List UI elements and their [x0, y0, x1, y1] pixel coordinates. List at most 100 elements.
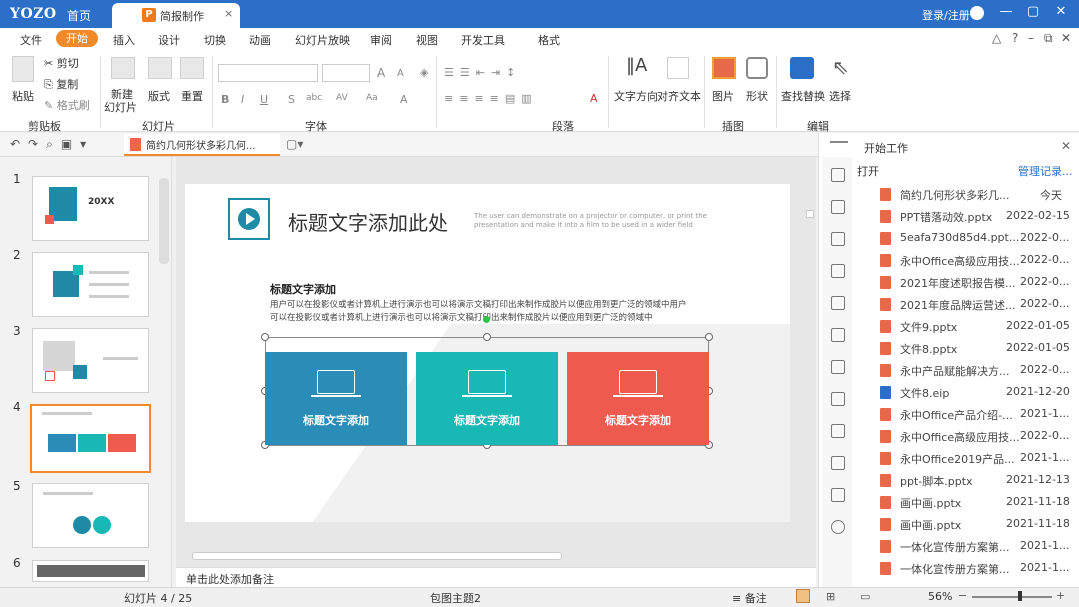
tools-icon[interactable]: [831, 232, 845, 246]
change-case-button[interactable]: Aa: [366, 93, 378, 103]
content-box-1[interactable]: 标题文字添加: [265, 352, 407, 445]
layout-icon[interactable]: [148, 57, 172, 79]
recent-file-row[interactable]: 5eafa730d85d4.ppt... 2022-0...: [878, 228, 1069, 250]
menu-home[interactable]: 开始: [56, 30, 98, 47]
resize-handle[interactable]: [483, 333, 491, 341]
move-icon[interactable]: [831, 296, 845, 310]
slide-thumbnail-5[interactable]: [32, 483, 149, 548]
home-tab[interactable]: 首页: [67, 7, 91, 24]
char-spacing-button[interactable]: AV: [336, 93, 348, 103]
recent-file-row[interactable]: 永中Office高级应用技... 2022-0...: [878, 250, 1069, 272]
recent-file-row[interactable]: 永中Office2019产品... 2021-1...: [878, 448, 1069, 470]
login-link[interactable]: 登录/注册: [922, 7, 970, 23]
paste-icon[interactable]: [12, 56, 34, 82]
menu-insert[interactable]: 插入: [113, 32, 135, 48]
close-window-icon[interactable]: ✕: [1050, 4, 1072, 19]
slide-thumbnail-3[interactable]: [32, 328, 149, 393]
grow-font-icon[interactable]: A: [377, 66, 385, 80]
italic-button[interactable]: I: [241, 93, 244, 106]
recent-file-row[interactable]: 永中Office高级应用技... 2022-0...: [878, 426, 1069, 448]
slide-thumbnail-6[interactable]: [32, 560, 149, 582]
menu-transition[interactable]: 切换: [204, 32, 226, 48]
reading-view-icon[interactable]: ▭: [860, 590, 870, 603]
shape-icon[interactable]: [746, 57, 768, 79]
recent-file-row[interactable]: 文件9.pptx 2022-01-05: [878, 316, 1070, 338]
slide-thumbnail-1[interactable]: 20XX: [32, 176, 149, 241]
format-brush-button[interactable]: ✎ 格式刷: [44, 97, 90, 113]
recent-file-row[interactable]: 一体化宣传册方案第... 2021-1...: [878, 558, 1069, 580]
minimize-icon[interactable]: —: [995, 4, 1017, 19]
recent-file-row[interactable]: 2021年度述职报告模... 2022-0...: [878, 272, 1069, 294]
doc-minimize-icon[interactable]: –: [1028, 31, 1034, 45]
underline-button[interactable]: U: [260, 93, 268, 106]
menu-review[interactable]: 审阅: [370, 32, 392, 48]
slide-thumbnail-4-selected[interactable]: [30, 404, 151, 473]
slide-thumbnail-2[interactable]: [32, 252, 149, 317]
shrink-font-icon[interactable]: A: [397, 68, 404, 79]
select-cursor-icon[interactable]: ⇖: [832, 55, 849, 79]
align-text-label[interactable]: 对齐文本: [657, 88, 701, 104]
copy-pane-icon[interactable]: [831, 456, 845, 470]
picture-icon[interactable]: [712, 57, 736, 79]
reset-label[interactable]: 重置: [181, 88, 203, 104]
recent-file-row[interactable]: 画中画.pptx 2021-11-18: [878, 492, 1070, 514]
quick-access-icons[interactable]: ↶↷⌕▣▾: [10, 137, 94, 152]
recent-file-row[interactable]: 永中Office产品介绍-... 2021-1...: [878, 404, 1069, 426]
clear-format-icon[interactable]: ◈: [420, 66, 428, 79]
menu-design[interactable]: 设计: [158, 32, 180, 48]
pane-menu-icon[interactable]: [830, 141, 848, 143]
menu-view[interactable]: 视图: [416, 32, 438, 48]
reset-icon[interactable]: [180, 57, 204, 79]
layout-label[interactable]: 版式: [148, 88, 170, 104]
slide-heading[interactable]: 标题文字添加: [270, 281, 336, 297]
menu-slideshow[interactable]: 幻灯片放映: [295, 32, 350, 48]
shape-label[interactable]: 形状: [746, 88, 768, 104]
help-pane-icon[interactable]: [831, 520, 845, 534]
comment-icon[interactable]: [831, 392, 845, 406]
menu-developer[interactable]: 开发工具: [461, 32, 505, 48]
cut-button[interactable]: ✂ 剪切: [44, 55, 79, 71]
notes-field[interactable]: 单击此处添加备注: [176, 567, 816, 587]
doc-restore-icon[interactable]: ⧉: [1044, 31, 1053, 46]
vertical-scrollbar[interactable]: [804, 170, 816, 546]
align-text-icon[interactable]: [667, 57, 689, 79]
slide-body-line-2[interactable]: 可以在投影仪或者计算机上进行演示也可以将演示文稿打印出来制作成胶片以便应用到更广…: [270, 311, 710, 323]
select-label[interactable]: 选择: [829, 88, 851, 104]
menu-animation[interactable]: 动画: [249, 32, 271, 48]
zoom-in-icon[interactable]: +: [1056, 589, 1065, 602]
document-tab[interactable]: P 简报制作 ×: [112, 3, 240, 28]
find-replace-icon[interactable]: [790, 57, 814, 79]
zoom-out-icon[interactable]: −: [958, 589, 967, 602]
clipboard-icon[interactable]: [831, 424, 845, 438]
content-box-2[interactable]: 标题文字添加: [416, 352, 558, 445]
recent-file-row[interactable]: 画中画.pptx 2021-11-18: [878, 514, 1070, 536]
zoom-slider[interactable]: [972, 596, 1052, 598]
new-doc-icon[interactable]: ▢▾: [286, 137, 303, 151]
recent-file-row[interactable]: 文件8.eip 2021-12-20: [878, 382, 1070, 404]
new-slide-icon[interactable]: [111, 57, 135, 79]
help-icon[interactable]: ?: [1012, 31, 1018, 45]
shadow-button[interactable]: S: [288, 93, 295, 106]
recent-file-row[interactable]: 一体化宣传册方案第... 2021-1...: [878, 536, 1069, 558]
recent-file-row[interactable]: 简约几何形状多彩几... 今天: [878, 184, 1068, 206]
slide-body-line-1[interactable]: 用户可以在投影仪或者计算机上进行演示也可以将演示文稿打印出来制作成胶片以便应用到…: [270, 298, 710, 310]
menu-file[interactable]: 文件: [20, 32, 42, 48]
paste-label[interactable]: 粘贴: [12, 88, 34, 104]
edit-icon[interactable]: [831, 168, 845, 182]
text-direction-icon[interactable]: ‖A: [626, 55, 647, 76]
layers-icon[interactable]: [831, 360, 845, 374]
resize-handle[interactable]: [705, 333, 713, 341]
font-color-button[interactable]: A: [400, 93, 408, 106]
maximize-icon[interactable]: ▢: [1022, 4, 1044, 19]
pin-icon[interactable]: [831, 264, 845, 278]
zoom-slider-thumb[interactable]: [1018, 591, 1022, 601]
new-slide-label-2[interactable]: 幻灯片: [104, 99, 137, 115]
content-box-3[interactable]: 标题文字添加: [567, 352, 709, 445]
manage-records-link[interactable]: 管理记录...: [1018, 163, 1073, 179]
note-icon[interactable]: [831, 488, 845, 502]
resize-handle[interactable]: [261, 333, 269, 341]
strikethrough-button[interactable]: abc: [306, 93, 322, 103]
text-effects-icon[interactable]: A: [590, 92, 598, 105]
doc-close-icon[interactable]: ✕: [1061, 31, 1071, 45]
thumbnail-scrollbar[interactable]: [159, 178, 169, 264]
